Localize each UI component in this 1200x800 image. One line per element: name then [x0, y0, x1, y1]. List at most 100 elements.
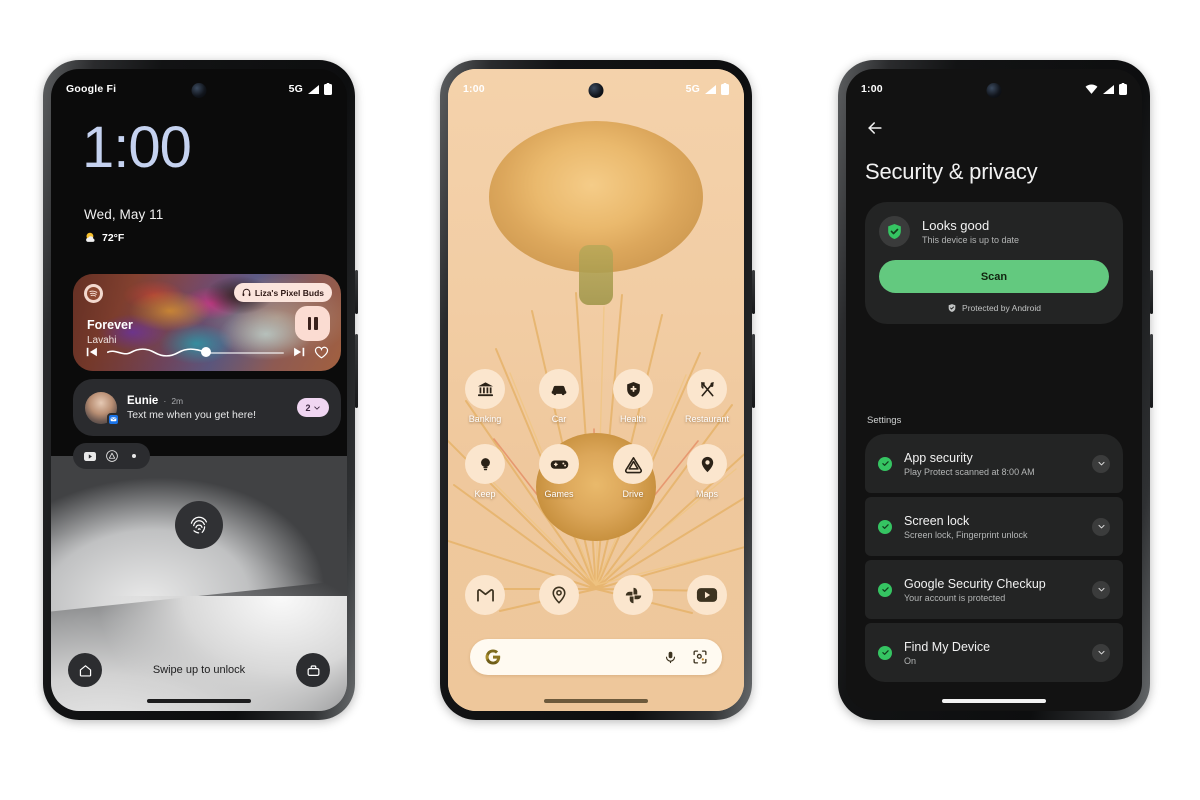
screenshot-stage: Google Fi 5G 1:00 Wed, May 11 72°F Liza'… [0, 0, 1200, 800]
notification-body: Eunie · 2m Text me when you get here! [127, 395, 297, 421]
app-keep[interactable]: Keep [448, 444, 522, 499]
settings-row-google-security-checkup[interactable]: Google Security Checkup Your account is … [865, 560, 1123, 619]
navigation-pill[interactable] [147, 699, 251, 703]
signal-bars-icon [705, 84, 716, 94]
app-label: Health [619, 414, 646, 424]
app-maps[interactable]: Maps [670, 444, 744, 499]
search-input[interactable] [510, 651, 655, 663]
settings-row-subtitle: On [904, 655, 917, 666]
headphones-icon [242, 288, 251, 297]
media-controls [85, 341, 329, 363]
weather-temp: 72°F [102, 231, 125, 244]
google-lens-icon[interactable] [692, 649, 708, 665]
avatar [85, 391, 120, 426]
dock-gmail[interactable] [448, 575, 522, 615]
notification-group-chip[interactable]: 2 [297, 398, 329, 417]
settings-row-title: Screen lock [904, 513, 970, 528]
seek-bar[interactable] [107, 345, 284, 359]
dock [448, 575, 744, 615]
volume-button[interactable] [1150, 334, 1153, 408]
volume-button[interactable] [355, 334, 358, 408]
settings-list: App security Play Protect scanned at 8:0… [865, 434, 1123, 682]
youtube-icon [687, 575, 727, 615]
power-button[interactable] [1150, 270, 1153, 314]
search-bar[interactable] [470, 639, 722, 675]
front-camera-icon [191, 83, 207, 98]
gmail-icon [465, 575, 505, 615]
notification-sender: Eunie [127, 394, 159, 407]
seek-waveform [107, 348, 207, 357]
chevron-down-icon[interactable] [1092, 580, 1110, 599]
chevron-down-icon[interactable] [1092, 643, 1110, 662]
audio-output-chip[interactable]: Liza's Pixel Buds [233, 283, 332, 302]
settings-row-find-my-device[interactable]: Find My Device On [865, 623, 1123, 682]
homescreen-screen: 1:00 5G Banking Car Health Restaurant Ke… [448, 69, 744, 711]
settings-row-app-security[interactable]: App security Play Protect scanned at 8:0… [865, 434, 1123, 493]
keep-bulb-icon [465, 444, 505, 484]
volume-button[interactable] [752, 334, 755, 408]
app-label: Maps [695, 489, 718, 499]
app-banking[interactable]: Banking [448, 369, 522, 424]
microphone-icon[interactable] [663, 650, 678, 665]
photos-icon [613, 575, 653, 615]
wallet-icon[interactable] [296, 653, 330, 687]
lockscreen-clock: 1:00 [82, 115, 192, 180]
shield-check-icon [879, 216, 910, 247]
app-row-2: Keep Games Drive Maps [448, 444, 744, 499]
gamepad-icon [539, 444, 579, 484]
settings-row-screen-lock[interactable]: Screen lock Screen lock, Fingerprint unl… [865, 497, 1123, 556]
security-status-card: Looks good This device is up to date Sca… [865, 202, 1123, 324]
collapsed-notification-icons[interactable] [73, 443, 150, 469]
signal-bars-icon [308, 84, 319, 94]
home-shortcut-icon[interactable] [68, 653, 102, 687]
fingerprint-icon[interactable] [175, 501, 223, 549]
app-health[interactable]: Health [596, 369, 670, 424]
track-title: Forever [87, 318, 133, 332]
lockscreen-bottom-bar: Swipe up to unlock [51, 651, 347, 689]
settings-row-subtitle: Play Protect scanned at 8:00 AM [904, 466, 1035, 477]
weather-widget[interactable]: 72°F [84, 231, 124, 244]
power-button[interactable] [752, 270, 755, 314]
heart-outline-icon[interactable] [314, 345, 329, 360]
settings-row-title: Google Security Checkup [904, 576, 1046, 591]
skip-next-icon[interactable] [292, 345, 306, 359]
google-g-icon [485, 649, 501, 665]
dock-photos[interactable] [596, 575, 670, 615]
navigation-pill[interactable] [544, 699, 648, 703]
pause-button[interactable] [295, 306, 330, 341]
dock-maps[interactable] [522, 575, 596, 615]
more-dot-icon [127, 450, 140, 463]
signal-bars-icon [1103, 84, 1114, 94]
app-label: Car [551, 414, 567, 424]
settings-row-subtitle: Your account is protected [904, 592, 1006, 603]
media-player-widget[interactable]: Liza's Pixel Buds Forever Lavahi [73, 274, 341, 371]
front-camera-icon [986, 83, 1002, 98]
notification-card[interactable]: Eunie · 2m Text me when you get here! 2 [73, 379, 341, 436]
scan-button[interactable]: Scan [879, 260, 1109, 293]
app-label: Keep [474, 489, 496, 499]
restaurant-icon [687, 369, 727, 409]
settings-row-title: Find My Device [904, 639, 991, 654]
phone-lockscreen: Google Fi 5G 1:00 Wed, May 11 72°F Liza'… [43, 60, 358, 720]
navigation-pill[interactable] [942, 699, 1046, 703]
power-button[interactable] [355, 270, 358, 314]
protected-label: Protected by Android [962, 303, 1041, 313]
dock-youtube[interactable] [670, 575, 744, 615]
chevron-down-icon[interactable] [1092, 517, 1110, 536]
app-car[interactable]: Car [522, 369, 596, 424]
app-drive[interactable]: Drive [596, 444, 670, 499]
skip-previous-icon[interactable] [85, 345, 99, 359]
car-icon [539, 369, 579, 409]
arrow-back-icon[interactable] [864, 117, 886, 139]
app-games[interactable]: Games [522, 444, 596, 499]
seek-remaining [202, 351, 284, 354]
chevron-down-icon[interactable] [1092, 454, 1110, 473]
health-shield-icon [613, 369, 653, 409]
check-circle-icon [878, 582, 892, 597]
seek-thumb[interactable] [200, 347, 211, 357]
app-restaurant[interactable]: Restaurant [670, 369, 744, 424]
shield-small-icon [948, 304, 956, 312]
app-label: Drive [622, 489, 644, 499]
status-card-title: Looks good [922, 218, 990, 233]
app-label: Banking [468, 414, 502, 424]
